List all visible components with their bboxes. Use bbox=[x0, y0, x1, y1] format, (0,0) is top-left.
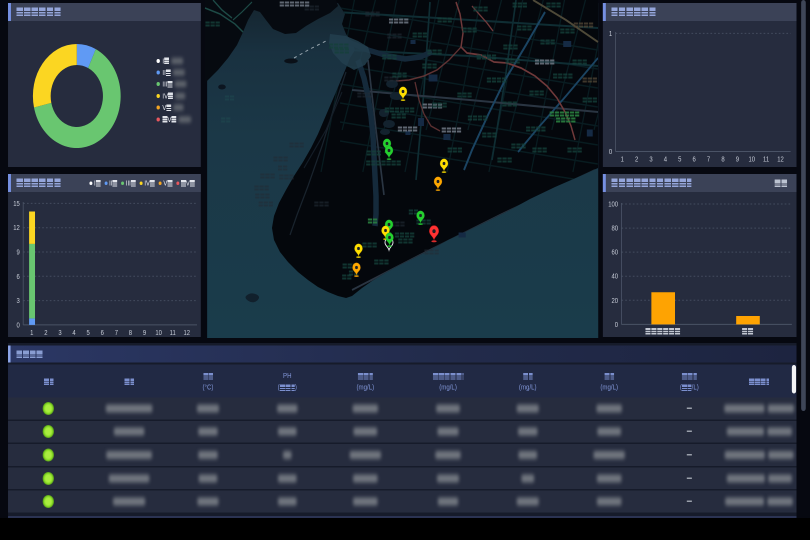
svg-text:3: 3 bbox=[58, 330, 62, 338]
svg-text:7: 7 bbox=[707, 156, 711, 164]
svg-text:10: 10 bbox=[155, 330, 162, 338]
svg-text:1: 1 bbox=[609, 30, 613, 38]
svg-text:15: 15 bbox=[13, 200, 20, 208]
svg-text:20: 20 bbox=[611, 297, 618, 305]
svg-text:9: 9 bbox=[143, 330, 147, 338]
svg-text:11: 11 bbox=[170, 330, 176, 338]
svg-text:9: 9 bbox=[736, 156, 740, 164]
svg-text:12: 12 bbox=[184, 330, 191, 338]
svg-text:0: 0 bbox=[17, 322, 21, 330]
svg-text:2: 2 bbox=[635, 156, 639, 164]
svg-text:100: 100 bbox=[608, 201, 618, 209]
svg-text:1: 1 bbox=[621, 156, 625, 164]
svg-text:7: 7 bbox=[115, 330, 119, 338]
svg-text:6: 6 bbox=[693, 156, 697, 164]
svg-text:0: 0 bbox=[609, 149, 613, 157]
svg-text:40: 40 bbox=[611, 273, 618, 281]
svg-text:8: 8 bbox=[721, 156, 725, 164]
svg-text:0: 0 bbox=[615, 321, 619, 329]
svg-text:9: 9 bbox=[17, 249, 21, 257]
svg-text:6: 6 bbox=[17, 273, 21, 281]
svg-text:3: 3 bbox=[649, 156, 653, 164]
svg-text:6: 6 bbox=[101, 330, 105, 338]
svg-text:1: 1 bbox=[30, 330, 34, 338]
svg-text:8: 8 bbox=[129, 330, 133, 338]
svg-text:4: 4 bbox=[72, 330, 76, 338]
svg-text:5: 5 bbox=[87, 330, 91, 338]
svg-text:5: 5 bbox=[678, 156, 682, 164]
svg-text:60: 60 bbox=[611, 249, 618, 257]
svg-text:4: 4 bbox=[664, 156, 668, 164]
svg-text:2: 2 bbox=[44, 330, 48, 338]
svg-text:80: 80 bbox=[611, 225, 618, 233]
svg-text:10: 10 bbox=[748, 156, 755, 164]
svg-text:3: 3 bbox=[17, 298, 21, 306]
svg-text:12: 12 bbox=[777, 156, 784, 164]
svg-text:11: 11 bbox=[763, 156, 769, 164]
svg-text:12: 12 bbox=[13, 225, 20, 233]
